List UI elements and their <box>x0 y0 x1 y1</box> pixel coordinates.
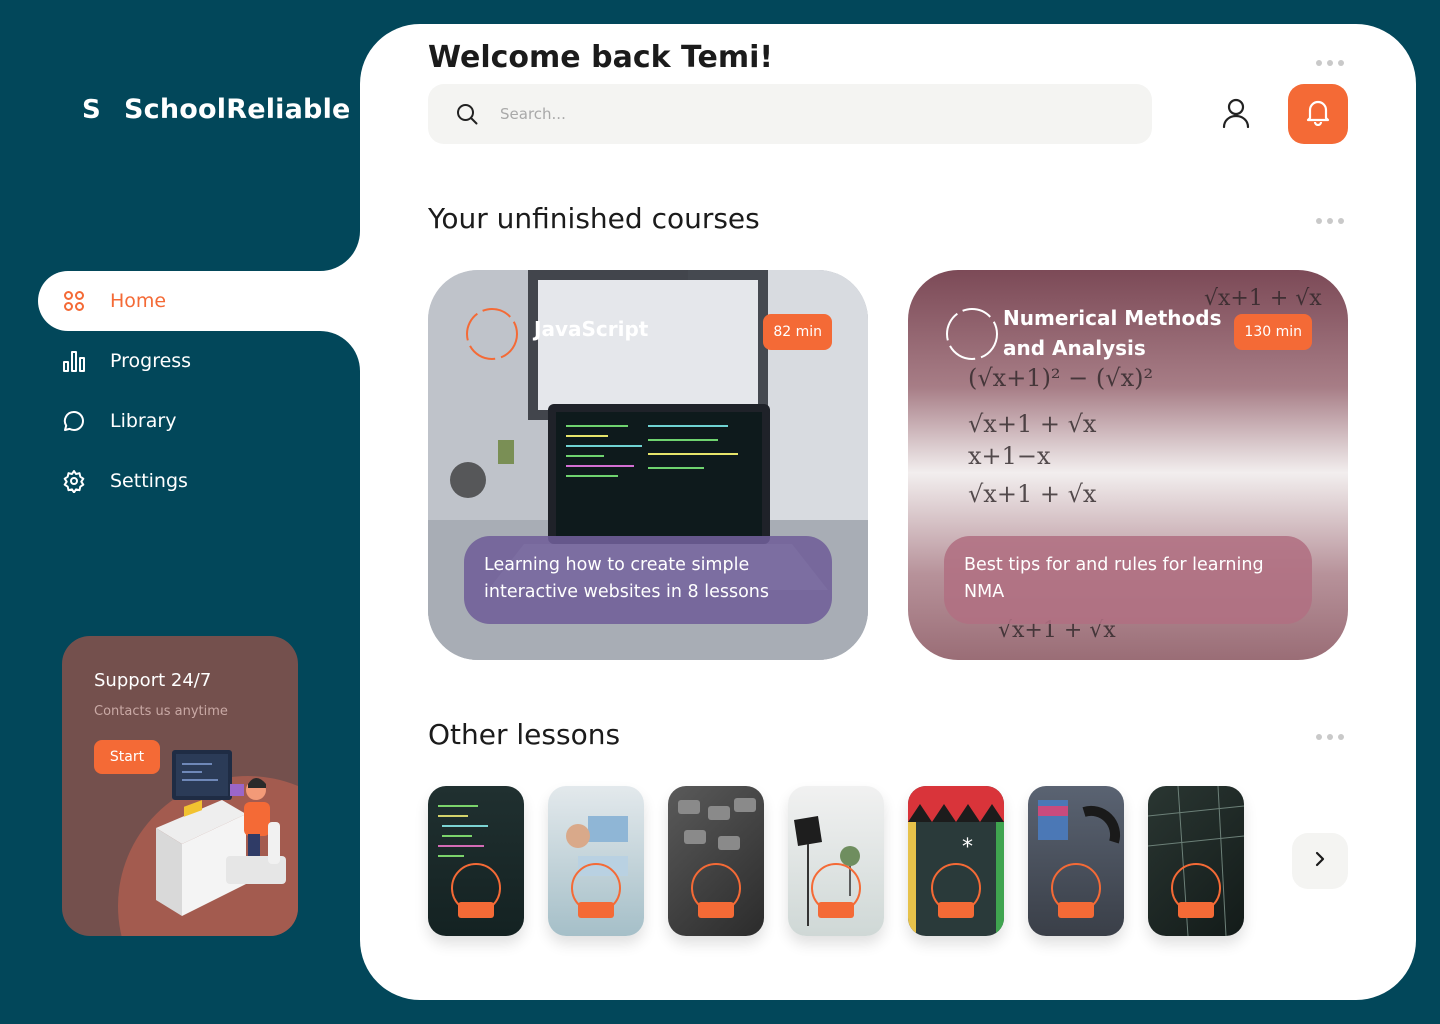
search-input[interactable] <box>498 104 1102 124</box>
user-icon <box>1222 98 1250 132</box>
next-lessons-button[interactable] <box>1292 833 1348 889</box>
lesson-thumbnail[interactable]: * <box>908 786 1004 936</box>
notification-bell-icon <box>1304 98 1332 130</box>
main-panel: Welcome back Temi! Your unfinished cours… <box>360 24 1416 1000</box>
sidebar-item-library[interactable]: Library <box>38 391 360 451</box>
progress-ring-icon <box>464 306 520 366</box>
app-name: SchoolReliable <box>124 94 351 125</box>
course-description: Best tips for and rules for learning NMA <box>944 536 1312 624</box>
sidebar-nav: Home Progress Library Settings <box>38 271 360 511</box>
math-decor-3: √x+1 + √x <box>968 410 1097 438</box>
lesson-tag <box>458 902 494 918</box>
sidebar-item-home[interactable]: Home <box>38 271 360 331</box>
progress-ring-icon <box>944 306 1000 366</box>
lesson-thumbnail[interactable] <box>788 786 884 936</box>
lesson-thumbnail[interactable] <box>1028 786 1124 936</box>
gear-icon <box>62 469 86 493</box>
logo-mark: S <box>82 94 101 125</box>
support-card: Support 24/7 Contacts us anytime Start <box>62 636 298 936</box>
chat-bubble-icon <box>62 409 86 433</box>
other-lessons-more-button[interactable] <box>1316 734 1344 740</box>
lesson-thumbnail[interactable] <box>1148 786 1244 936</box>
unfinished-more-button[interactable] <box>1316 218 1344 224</box>
lesson-tag <box>698 902 734 918</box>
search-bar <box>428 84 1152 144</box>
header-more-button[interactable] <box>1316 60 1344 66</box>
active-tab-corner-top <box>320 231 360 271</box>
lesson-tag <box>578 902 614 918</box>
duration-badge: 82 min <box>763 314 832 350</box>
support-subtitle: Contacts us anytime <box>94 704 228 719</box>
course-card-numerical-methods[interactable]: √x+1 + √x (√x+1)² − (√x)² √x+1 + √x x+1−… <box>908 270 1348 660</box>
lesson-thumbnail[interactable] <box>428 786 524 936</box>
sidebar-item-label: Progress <box>110 350 192 372</box>
sidebar-item-label: Home <box>110 290 167 312</box>
duration-badge: 130 min <box>1234 314 1312 350</box>
notifications-button[interactable] <box>1288 84 1348 144</box>
profile-button[interactable] <box>1222 98 1250 132</box>
sidebar-item-label: Library <box>110 410 177 432</box>
chevron-right-icon <box>1314 851 1326 871</box>
lesson-tag <box>938 902 974 918</box>
lesson-thumbnail[interactable] <box>668 786 764 936</box>
bar-chart-icon <box>62 349 86 373</box>
math-decor-5: √x+1 + √x <box>968 480 1097 508</box>
lesson-tag <box>1058 902 1094 918</box>
course-title: Numerical Methods and Analysis <box>1003 306 1222 360</box>
lesson-tag <box>1178 902 1214 918</box>
course-card-javascript[interactable]: JavaScript 82 min Learning how to create… <box>428 270 868 660</box>
other-lessons-heading: Other lessons <box>428 718 621 751</box>
math-decor-4: x+1−x <box>968 442 1051 470</box>
brand: S SchoolReliable <box>82 94 351 125</box>
course-title: JavaScript <box>534 317 649 341</box>
math-decor-2: (√x+1)² − (√x)² <box>968 364 1154 392</box>
search-icon <box>456 103 478 125</box>
unfinished-courses-heading: Your unfinished courses <box>428 202 760 235</box>
grid-icon <box>62 289 86 313</box>
page-title: Welcome back Temi! <box>428 40 774 75</box>
sidebar-item-settings[interactable]: Settings <box>38 451 360 511</box>
student-at-desk-illustration <box>156 750 286 916</box>
lesson-thumbnail[interactable] <box>548 786 644 936</box>
sidebar-item-label: Settings <box>110 470 188 492</box>
lesson-tag <box>818 902 854 918</box>
support-title: Support 24/7 <box>94 670 212 691</box>
course-description: Learning how to create simple interactiv… <box>464 536 832 624</box>
svg-text:*: * <box>962 835 973 860</box>
sidebar-item-progress[interactable]: Progress <box>38 331 360 391</box>
